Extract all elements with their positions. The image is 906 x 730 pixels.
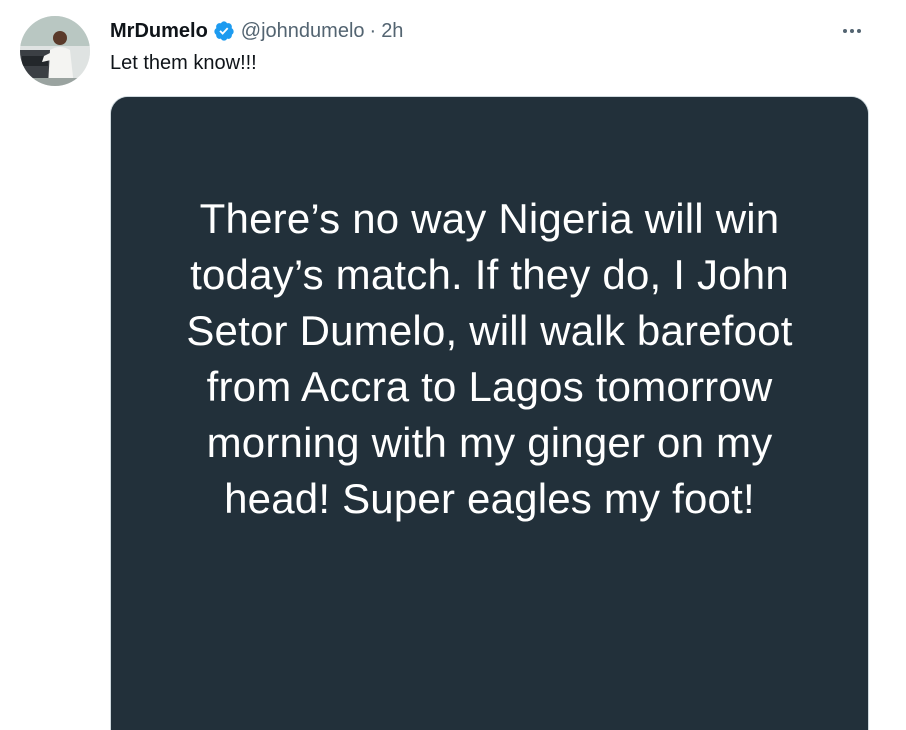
tweet-media-image[interactable]: There’s no way Nigeria will win today’s … bbox=[110, 96, 869, 730]
more-horizontal-icon bbox=[843, 29, 861, 33]
verified-badge-icon bbox=[213, 20, 235, 42]
avatar[interactable] bbox=[20, 16, 90, 86]
tweet-text: Let them know!!! bbox=[110, 52, 257, 74]
author-handle[interactable]: @johndumelo bbox=[241, 20, 365, 43]
more-options-button[interactable] bbox=[838, 18, 866, 44]
avatar-photo bbox=[20, 16, 90, 86]
tweet-header: MrDumelo @johndumelo · 2h bbox=[110, 18, 403, 44]
separator-dot: · bbox=[369, 19, 377, 42]
media-image-text: There’s no way Nigeria will win today’s … bbox=[186, 195, 793, 522]
display-name[interactable]: MrDumelo bbox=[110, 20, 208, 43]
tweet-card[interactable]: MrDumelo @johndumelo · 2h Let them know!… bbox=[0, 0, 906, 730]
timestamp[interactable]: 2h bbox=[381, 20, 403, 43]
